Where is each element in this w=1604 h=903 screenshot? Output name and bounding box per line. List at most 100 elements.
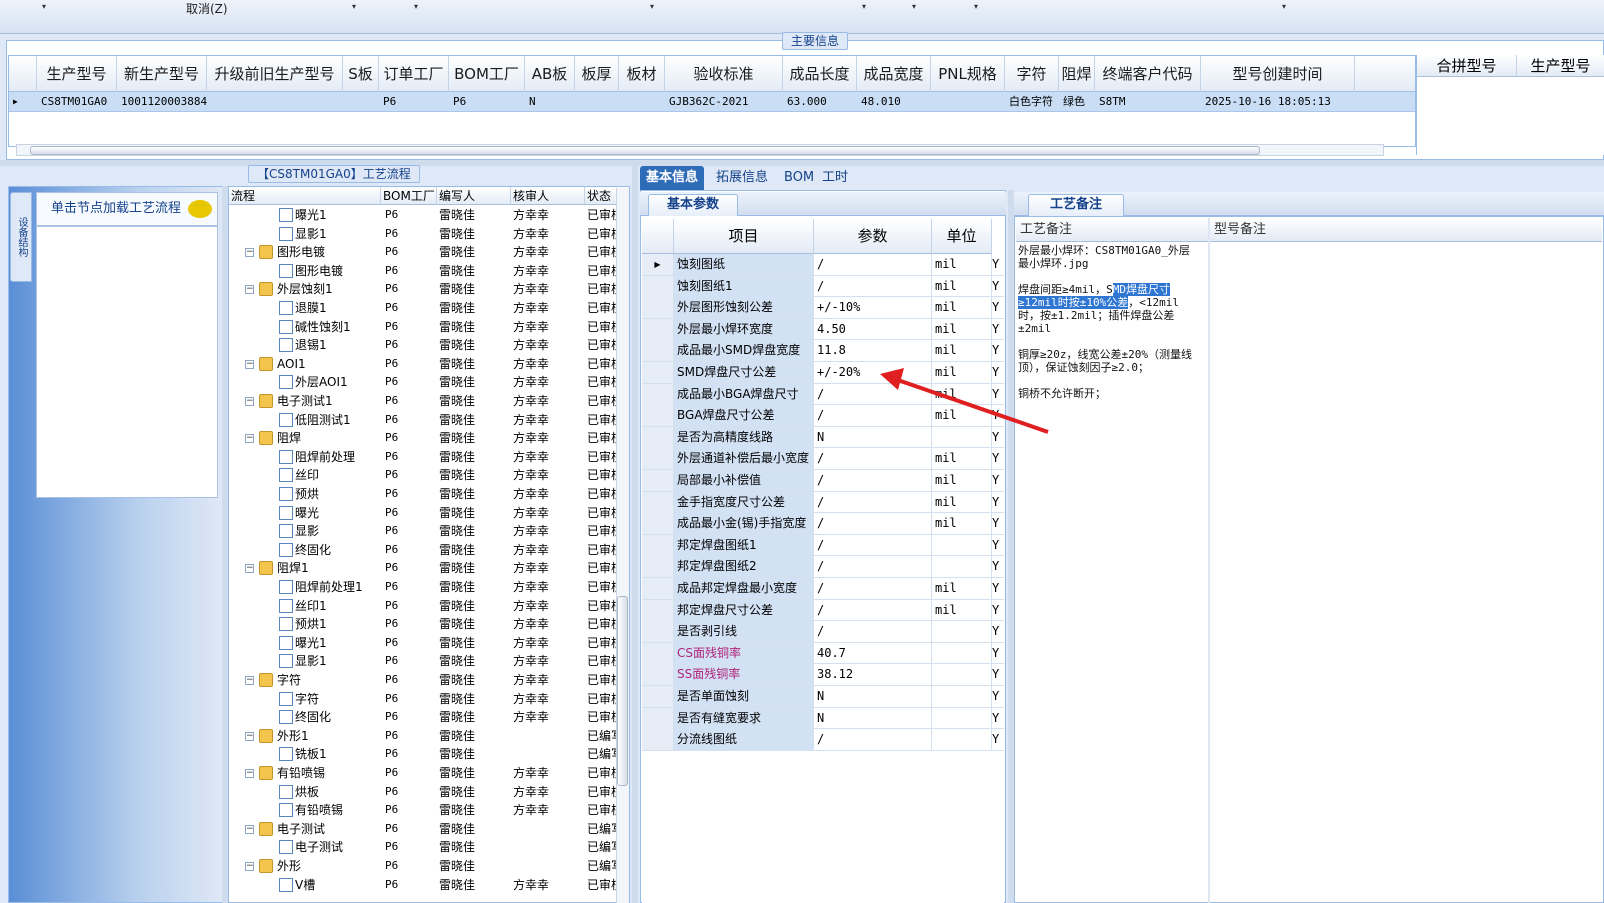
dropdown-arrow-icon[interactable]: ▾: [352, 2, 356, 11]
tree-row[interactable]: − 外层蚀刻1 P6 雷晓佳 方幸幸 已审核: [229, 280, 629, 299]
param-value[interactable]: /: [814, 534, 932, 556]
table-row[interactable]: 成品邦定焊盘最小宽度 / mil Y: [642, 578, 1004, 600]
param-value[interactable]: 38.12: [814, 664, 932, 686]
tab-work-hours[interactable]: 工时: [816, 166, 854, 190]
table-row[interactable]: SS面残铜率 38.12 Y: [642, 664, 1004, 686]
table-row[interactable]: 成品最小SMD焊盘宽度 11.8 mil Y: [642, 340, 1004, 362]
tab-basic-params[interactable]: 基本参数: [648, 194, 738, 216]
column-header[interactable]: 项目: [674, 219, 814, 254]
tree-row[interactable]: − 阻焊 P6 雷晓佳 方幸幸 已审核: [229, 429, 629, 448]
tree-row[interactable]: 字符 P6 雷晓佳 方幸幸 已审核: [229, 690, 629, 709]
column-header[interactable]: 成品长度: [783, 56, 857, 92]
table-row[interactable]: 分流线图纸 / Y: [642, 729, 1004, 751]
tree-row[interactable]: − 电子测试1 P6 雷晓佳 方幸幸 已审核: [229, 392, 629, 411]
param-value[interactable]: 40.7: [814, 642, 932, 664]
tree-row[interactable]: 显影 P6 雷晓佳 方幸幸 已审核: [229, 522, 629, 541]
tree-row[interactable]: − AOI1 P6 雷晓佳 方幸幸 已审核: [229, 355, 629, 374]
tree-row[interactable]: 碱性蚀刻1 P6 雷晓佳 方幸幸 已审核: [229, 318, 629, 337]
collapse-toggle-icon[interactable]: −: [245, 397, 254, 406]
column-header[interactable]: 型号创建时间: [1201, 56, 1355, 92]
tree-row[interactable]: 电子测试 P6 雷晓佳 已编写: [229, 838, 629, 857]
column-header[interactable]: 板厚: [575, 56, 619, 92]
tree-row[interactable]: 外层AOI1 P6 雷晓佳 方幸幸 已审核: [229, 373, 629, 392]
collapse-toggle-icon[interactable]: −: [245, 676, 254, 685]
table-row[interactable]: 邦定焊盘图纸1/ Y: [642, 534, 1004, 557]
column-header[interactable]: 终端客户代码: [1095, 56, 1201, 92]
tree-row[interactable]: 有铅喷锡 P6 雷晓佳 方幸幸 已审核: [229, 801, 629, 820]
column-header[interactable]: 阻焊: [1059, 56, 1095, 92]
param-value[interactable]: /: [814, 599, 932, 621]
table-row[interactable]: CS面残铜率 40.7 Y: [642, 642, 1004, 665]
column-header[interactable]: 生产型号: [37, 56, 117, 92]
collapse-toggle-icon[interactable]: −: [245, 359, 254, 369]
column-header[interactable]: BOM工厂: [449, 56, 525, 92]
collapse-toggle-icon[interactable]: −: [245, 769, 254, 778]
tree-row[interactable]: 烘板 P6 雷晓佳 方幸幸 已审核: [229, 783, 629, 802]
dropdown-arrow-icon[interactable]: ▾: [974, 2, 978, 11]
tree-row[interactable]: 丝印1 P6 雷晓佳 方幸幸 已审核: [229, 597, 629, 616]
dropdown-arrow-icon[interactable]: ▾: [414, 2, 418, 11]
param-value[interactable]: 4.50: [814, 318, 932, 340]
collapse-toggle-icon[interactable]: −: [245, 434, 254, 444]
column-header[interactable]: 字符: [1005, 56, 1059, 92]
tree-row[interactable]: − 字符 P6 雷晓佳 方幸幸 已审核: [229, 671, 629, 690]
param-value[interactable]: /: [814, 275, 932, 297]
vertical-tab[interactable]: 设备结构: [10, 192, 32, 282]
param-value[interactable]: N: [814, 707, 932, 729]
tree-row[interactable]: − 图形电镀 P6 雷晓佳 方幸幸 已审核: [229, 243, 629, 262]
tree-row[interactable]: 显影1 P6 雷晓佳 方幸幸 已审核: [229, 225, 629, 244]
dropdown-arrow-icon[interactable]: ▾: [42, 2, 46, 11]
tree-row[interactable]: 预烘 P6 雷晓佳 方幸幸 已审核: [229, 485, 629, 504]
column-header[interactable]: 板材: [619, 56, 665, 92]
tree-row[interactable]: − 外形1 P6 雷晓佳 已编写: [229, 727, 629, 746]
tree-row[interactable]: 退膜1 P6 雷晓佳 方幸幸 已审核: [229, 299, 629, 318]
param-value[interactable]: /: [814, 556, 932, 578]
tree-row[interactable]: − 电子测试 P6 雷晓佳 已编写: [229, 820, 629, 839]
column-header[interactable]: 核审人: [511, 187, 585, 205]
column-header[interactable]: 型号备注: [1210, 218, 1602, 242]
tree-row[interactable]: 曝光1 P6 雷晓佳 方幸幸 已审核: [229, 634, 629, 653]
column-header[interactable]: 合拼型号: [1417, 55, 1517, 77]
tree-row[interactable]: 曝光 P6 雷晓佳 方幸幸 已审核: [229, 504, 629, 523]
tree-row[interactable]: 曝光1 P6 雷晓佳 方幸幸 已审核: [229, 206, 629, 225]
tree-row[interactable]: 图形电镀 P6 雷晓佳 方幸幸 已审核: [229, 262, 629, 281]
tree-row[interactable]: 阻焊前处理1 P6 雷晓佳 方幸幸 已审核: [229, 578, 629, 597]
table-row[interactable]: 金手指宽度尺寸公差 / mil Y: [642, 491, 1004, 514]
param-value[interactable]: /: [814, 729, 932, 751]
table-row[interactable]: 外层最小焊环宽度 4.50 mil Y: [642, 318, 1004, 341]
table-row[interactable]: 邦定焊盘尺寸公差 / mil Y: [642, 599, 1004, 622]
collapse-toggle-icon[interactable]: −: [245, 564, 254, 574]
param-value[interactable]: /: [814, 578, 932, 599]
tree-row[interactable]: 铣板1 P6 雷晓佳 已编写: [229, 745, 629, 764]
table-row[interactable]: ▶ CS8TM01GA0 10011200038844 P6 P6 N GJB362C-20…: [9, 92, 1415, 112]
column-header[interactable]: 订单工厂: [379, 56, 449, 92]
table-row[interactable]: 蚀刻图纸1/mil Y: [642, 275, 1004, 298]
node-tree-area[interactable]: [36, 226, 218, 498]
column-header[interactable]: BOM工厂: [381, 187, 437, 205]
table-row[interactable]: ▶ 蚀刻图纸 / mil Y: [642, 254, 1004, 276]
dropdown-arrow-icon[interactable]: ▾: [650, 2, 654, 11]
table-row[interactable]: 邦定焊盘图纸2/ Y: [642, 556, 1004, 578]
collapse-toggle-icon[interactable]: −: [245, 285, 254, 295]
param-value[interactable]: /: [814, 254, 932, 275]
param-value[interactable]: 11.8: [814, 340, 932, 362]
dropdown-arrow-icon[interactable]: ▾: [862, 2, 866, 11]
column-header[interactable]: 参数: [814, 219, 932, 254]
param-value[interactable]: /: [814, 491, 932, 513]
table-row[interactable]: 是否有缝宽要求 N Y: [642, 707, 1004, 730]
param-value[interactable]: /: [814, 621, 932, 643]
tab-basic-info[interactable]: 基本信息: [640, 166, 705, 190]
tab-bom[interactable]: BOM: [778, 166, 820, 190]
column-header[interactable]: 验收标准: [665, 56, 783, 92]
column-header[interactable]: 编写人: [437, 187, 511, 205]
cancel-button[interactable]: 取消(Z): [186, 0, 228, 17]
tree-row[interactable]: − 有铅喷锡 P6 雷晓佳 方幸幸 已审核: [229, 764, 629, 783]
tree-row[interactable]: − 阻焊1 P6 雷晓佳 方幸幸 已审核: [229, 559, 629, 578]
collapse-toggle-icon[interactable]: −: [245, 862, 254, 871]
column-header[interactable]: 升级前旧生产型号: [207, 56, 343, 92]
tree-row[interactable]: 终固化 P6 雷晓佳 方幸幸 已审核: [229, 708, 629, 727]
tree-row[interactable]: 终固化 P6 雷晓佳 方幸幸 已审核: [229, 541, 629, 560]
tree-row[interactable]: 低阻测试1 P6 雷晓佳 方幸幸 已审核: [229, 411, 629, 430]
tab-extended-info[interactable]: 拓展信息: [710, 166, 774, 190]
table-row[interactable]: 外层通道补偿后最小宽度 / mil Y: [642, 448, 1004, 470]
